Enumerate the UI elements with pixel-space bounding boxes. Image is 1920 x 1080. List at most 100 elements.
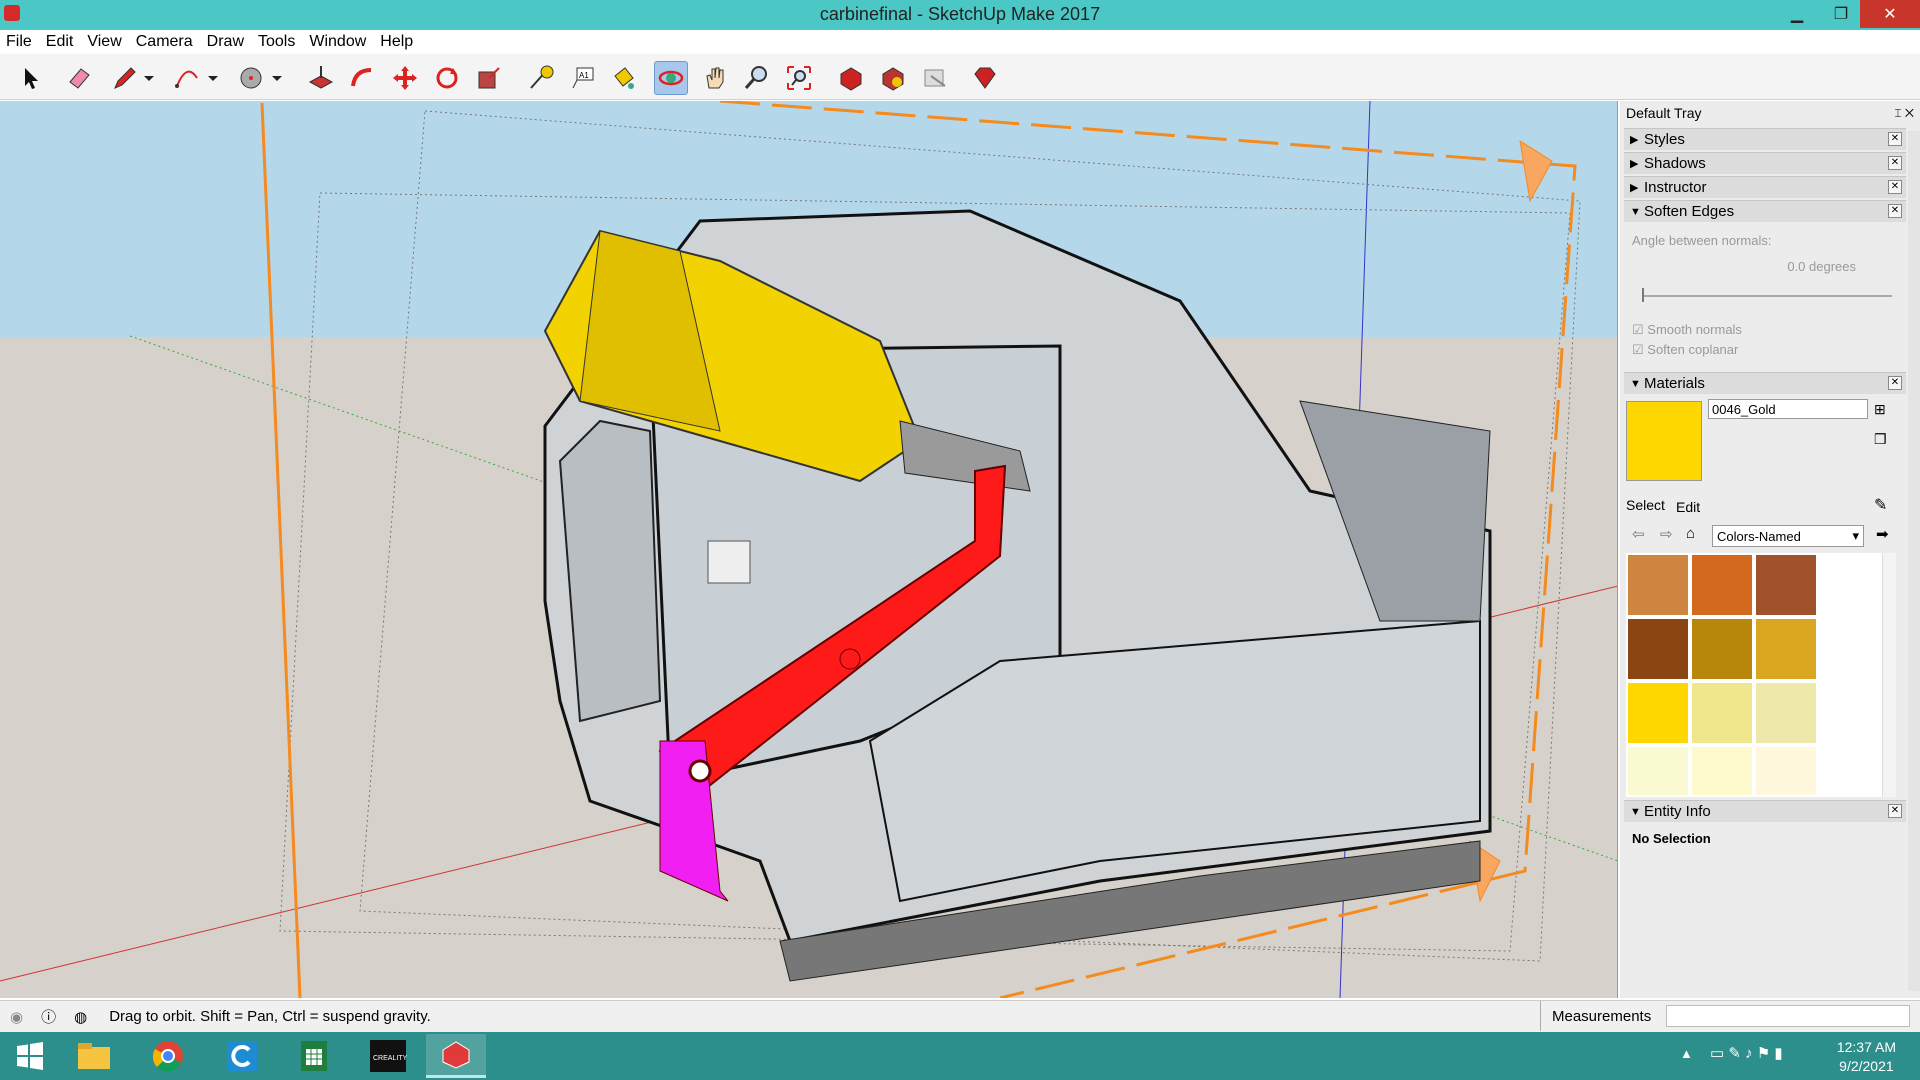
- swatch-3[interactable]: [1628, 619, 1688, 679]
- 3d-viewport[interactable]: [0, 101, 1618, 998]
- edit-tab[interactable]: Edit: [1676, 499, 1700, 515]
- 3d-warehouse-icon[interactable]: [834, 61, 868, 95]
- entity-info-panel-header[interactable]: ▼ Entity Info ✕: [1624, 800, 1906, 822]
- maximize-button[interactable]: ❐: [1818, 0, 1864, 28]
- menu-file[interactable]: File: [6, 33, 32, 51]
- sample-paint-icon[interactable]: ❒: [1874, 431, 1887, 448]
- forward-arrow-icon[interactable]: ⇨: [1660, 525, 1673, 543]
- arc-dropdown-icon[interactable]: [204, 61, 222, 95]
- measurements-label: Measurements: [1552, 1008, 1652, 1025]
- model-canvas[interactable]: [0, 101, 1618, 998]
- library-select[interactable]: Colors-Named ▾: [1712, 525, 1864, 547]
- minimize-button[interactable]: ▁: [1774, 0, 1820, 28]
- pan-tool-icon[interactable]: [698, 61, 732, 95]
- zoom-tool-icon[interactable]: [740, 61, 774, 95]
- tape-measure-tool-icon[interactable]: [524, 61, 558, 95]
- shapes-tool-icon[interactable]: [234, 61, 268, 95]
- chrome-icon[interactable]: [138, 1034, 198, 1078]
- swatch-5[interactable]: [1756, 619, 1816, 679]
- measurements-field[interactable]: [1666, 1005, 1910, 1027]
- scale-tool-icon[interactable]: [472, 61, 506, 95]
- creality-slicer-icon[interactable]: CREALITY: [358, 1034, 418, 1078]
- send-to-layout-icon[interactable]: [918, 61, 952, 95]
- swatch-10[interactable]: [1692, 747, 1752, 795]
- shapes-dropdown-icon[interactable]: [268, 61, 286, 95]
- swatch-1[interactable]: [1692, 555, 1752, 615]
- shadows-panel-header[interactable]: ▶ Shadows ✕: [1624, 152, 1906, 174]
- clock-date: 9/2/2021: [1839, 1058, 1894, 1074]
- swatch-9[interactable]: [1628, 747, 1688, 795]
- tray-scrollbar[interactable]: [1908, 131, 1920, 991]
- ccleaner-icon[interactable]: [212, 1034, 272, 1078]
- menu-draw[interactable]: Draw: [207, 33, 244, 51]
- close-icon[interactable]: ✕: [1888, 204, 1902, 218]
- swatch-2[interactable]: [1756, 555, 1816, 615]
- close-icon[interactable]: ✕: [1888, 804, 1902, 818]
- swatch-0[interactable]: [1628, 555, 1688, 615]
- rotate-tool-icon[interactable]: [430, 61, 464, 95]
- panel-label: Entity Info: [1644, 803, 1711, 820]
- soften-edges-panel-header[interactable]: ▼ Soften Edges ✕: [1624, 200, 1906, 222]
- sheets-icon[interactable]: [284, 1034, 344, 1078]
- menu-view[interactable]: View: [87, 33, 121, 51]
- select-tab[interactable]: Select: [1626, 497, 1665, 513]
- close-icon[interactable]: ✕: [1888, 376, 1902, 390]
- swatch-6[interactable]: [1628, 683, 1688, 743]
- file-explorer-icon[interactable]: [64, 1034, 124, 1078]
- extension-warehouse-icon[interactable]: [876, 61, 910, 95]
- soften-coplanar-checkbox[interactable]: ☑ Soften coplanar: [1632, 342, 1738, 358]
- orbit-tool-icon[interactable]: [654, 61, 688, 95]
- create-material-icon[interactable]: ⊞: [1874, 401, 1886, 418]
- menu-bar: File Edit View Camera Draw Tools Window …: [0, 30, 1920, 54]
- select-tool-icon[interactable]: [14, 61, 48, 95]
- swatch-4[interactable]: [1692, 619, 1752, 679]
- material-name-field[interactable]: 0046_Gold: [1708, 399, 1868, 419]
- svg-text:CREALITY: CREALITY: [373, 1055, 408, 1062]
- arc-tool-icon[interactable]: [170, 61, 204, 95]
- smooth-normals-checkbox[interactable]: ☑ Smooth normals: [1632, 322, 1742, 338]
- chevron-down-icon: ▾: [1852, 528, 1859, 543]
- close-icon[interactable]: ✕: [1888, 180, 1902, 194]
- close-icon[interactable]: ✕: [1888, 156, 1902, 170]
- text-tool-icon[interactable]: A1: [566, 61, 600, 95]
- paint-bucket-tool-icon[interactable]: [606, 61, 640, 95]
- styles-panel-header[interactable]: ▶ Styles ✕: [1624, 128, 1906, 150]
- follow-me-tool-icon[interactable]: [346, 61, 380, 95]
- tray-chevron-icon[interactable]: ▲: [1680, 1046, 1693, 1061]
- swatch-11[interactable]: [1756, 747, 1816, 795]
- eyedropper-icon[interactable]: ✎: [1874, 495, 1887, 515]
- eraser-tool-icon[interactable]: [62, 61, 96, 95]
- back-arrow-icon[interactable]: ⇦: [1632, 525, 1645, 543]
- menu-window[interactable]: Window: [309, 33, 366, 51]
- close-button[interactable]: ✕: [1860, 0, 1920, 28]
- details-arrow-icon[interactable]: ➡: [1876, 525, 1889, 543]
- clock[interactable]: 12:37 AM 9/2/2021: [1837, 1038, 1896, 1076]
- user-icon[interactable]: ◍: [74, 1008, 87, 1026]
- angle-slider[interactable]: [1642, 295, 1892, 297]
- pencil-dropdown-icon[interactable]: [140, 61, 158, 95]
- tray-pin-close-icons[interactable]: ⌶ ✕: [1894, 106, 1914, 121]
- swatch-scrollbar[interactable]: [1882, 553, 1896, 797]
- push-pull-tool-icon[interactable]: [304, 61, 338, 95]
- menu-help[interactable]: Help: [380, 33, 413, 51]
- close-icon[interactable]: ✕: [1888, 132, 1902, 146]
- instructor-panel-header[interactable]: ▶ Instructor ✕: [1624, 176, 1906, 198]
- menu-tools[interactable]: Tools: [258, 33, 295, 51]
- home-icon[interactable]: ⌂: [1686, 525, 1695, 542]
- menu-edit[interactable]: Edit: [46, 33, 74, 51]
- info-icon[interactable]: ⓘ: [41, 1006, 56, 1027]
- materials-panel-header[interactable]: ▼ Materials ✕: [1624, 372, 1906, 394]
- sketchup-taskbar-icon[interactable]: [426, 1034, 486, 1078]
- angle-slider-thumb[interactable]: [1642, 288, 1644, 302]
- windows-start-icon[interactable]: [0, 1034, 60, 1078]
- system-tray-icons[interactable]: ▭ ✎ ♪ ⚑ ▮: [1710, 1044, 1783, 1062]
- swatch-8[interactable]: [1756, 683, 1816, 743]
- move-tool-icon[interactable]: [388, 61, 422, 95]
- pencil-tool-icon[interactable]: [108, 61, 142, 95]
- ruby-console-icon[interactable]: [968, 61, 1002, 95]
- swatch-7[interactable]: [1692, 683, 1752, 743]
- geo-location-icon[interactable]: ◉: [10, 1008, 23, 1026]
- menu-camera[interactable]: Camera: [136, 33, 193, 51]
- library-select-value: Colors-Named: [1717, 529, 1801, 544]
- zoom-extents-tool-icon[interactable]: [782, 61, 816, 95]
